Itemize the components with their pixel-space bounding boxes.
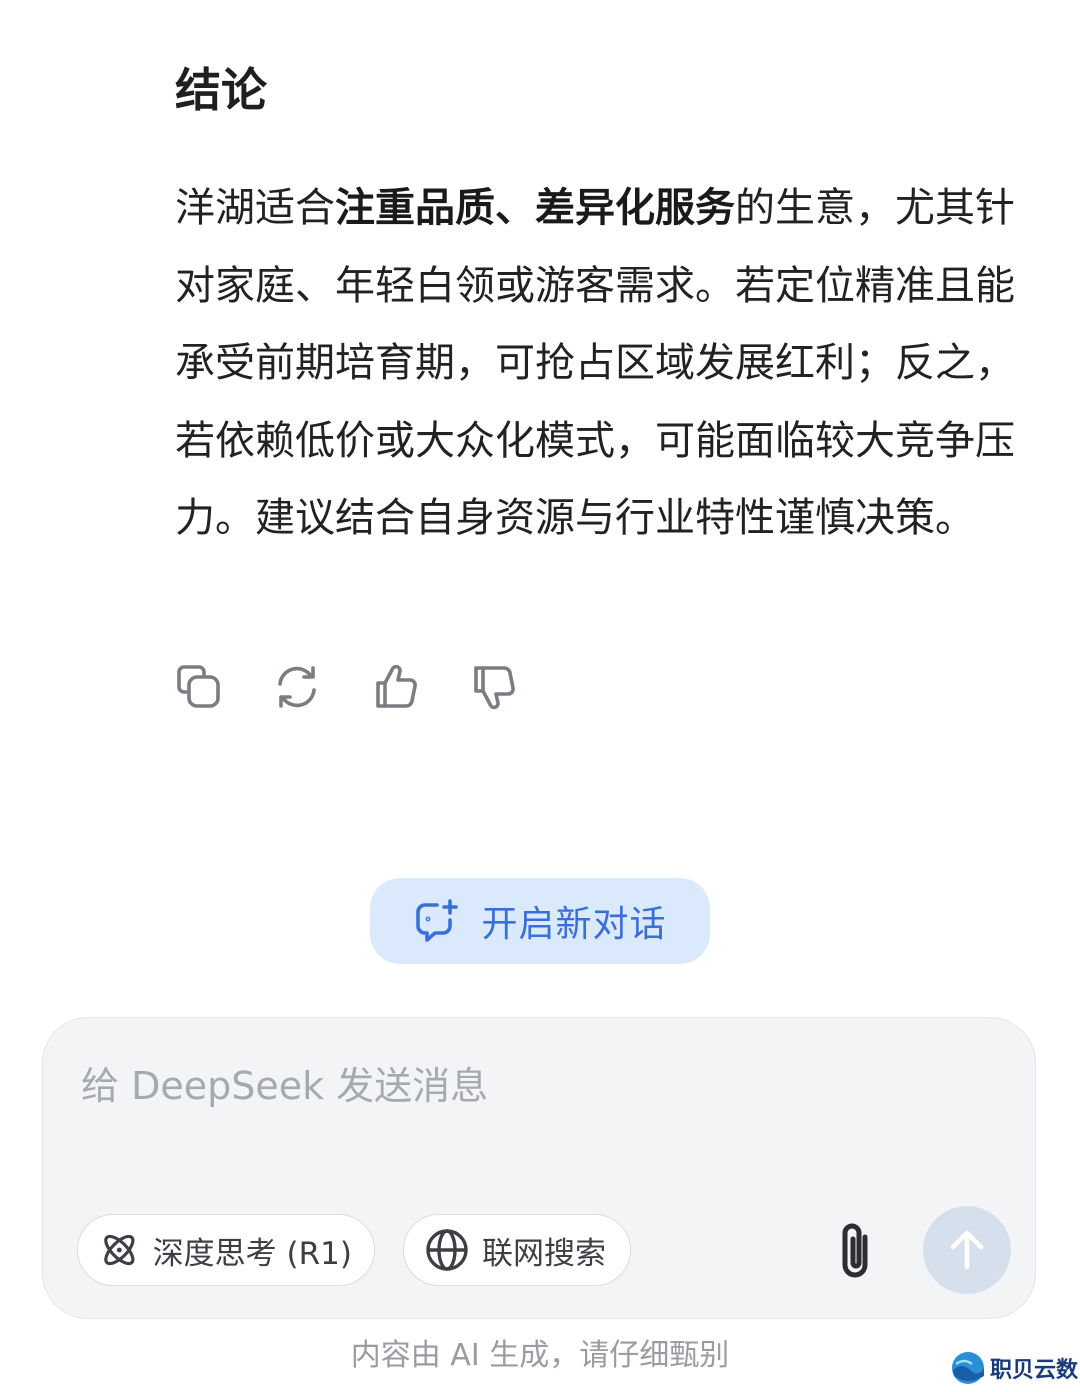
answer-paragraph: 洋湖适合注重品质、差异化服务的生意，尤其针对家庭、年轻白领或游客需求。若定位精准…: [175, 170, 1040, 558]
thumbs-up-button[interactable]: [368, 660, 422, 714]
paperclip-icon: [842, 1223, 868, 1278]
globe-icon: [426, 1229, 468, 1271]
attach-button[interactable]: [823, 1214, 887, 1290]
thumbs-down-icon: [474, 666, 515, 710]
section-heading: 结论: [175, 63, 267, 117]
message-input[interactable]: [81, 1058, 981, 1114]
new-chat-label: 开启新对话: [481, 904, 667, 945]
watermark-text: 职贝云数: [990, 1358, 1079, 1383]
watermark: 职贝云数: [950, 1348, 1078, 1388]
message-actions: [172, 660, 520, 714]
new-chat-icon: [416, 899, 459, 942]
atom-icon: [104, 1234, 135, 1266]
answer-text-part1: 洋湖适合: [175, 185, 335, 231]
web-search-toggle[interactable]: 联网搜索: [403, 1214, 631, 1286]
answer-text-bold: 注重品质、差异化服务: [335, 185, 735, 231]
send-button[interactable]: [923, 1206, 1011, 1294]
web-search-label: 联网搜索: [482, 1235, 606, 1272]
thumbs-down-button[interactable]: [466, 660, 520, 714]
answer-text-part2: 的生意，尤其针对家庭、年轻白领或游客需求。若定位精准且能承受前期培育期，可抢占区…: [175, 185, 1015, 541]
watermark-logo-icon: [952, 1352, 984, 1384]
deep-think-label: 深度思考 (R1): [152, 1235, 352, 1272]
regenerate-button[interactable]: [270, 660, 324, 714]
regenerate-icon: [278, 666, 316, 708]
arrow-up-icon: [950, 1230, 984, 1270]
message-composer: 深度思考 (R1) 联网搜索: [42, 1017, 1036, 1319]
deep-think-toggle[interactable]: 深度思考 (R1): [77, 1214, 375, 1286]
thumbs-up-icon: [376, 664, 417, 708]
new-chat-button[interactable]: 开启新对话: [370, 878, 710, 964]
chat-page: 结论 洋湖适合注重品质、差异化服务的生意，尤其针对家庭、年轻白领或游客需求。若定…: [0, 0, 1080, 1392]
copy-button[interactable]: [172, 660, 226, 714]
copy-icon: [177, 665, 220, 708]
ai-disclaimer: 内容由 AI 生成，请仔细甄别: [350, 1338, 730, 1373]
